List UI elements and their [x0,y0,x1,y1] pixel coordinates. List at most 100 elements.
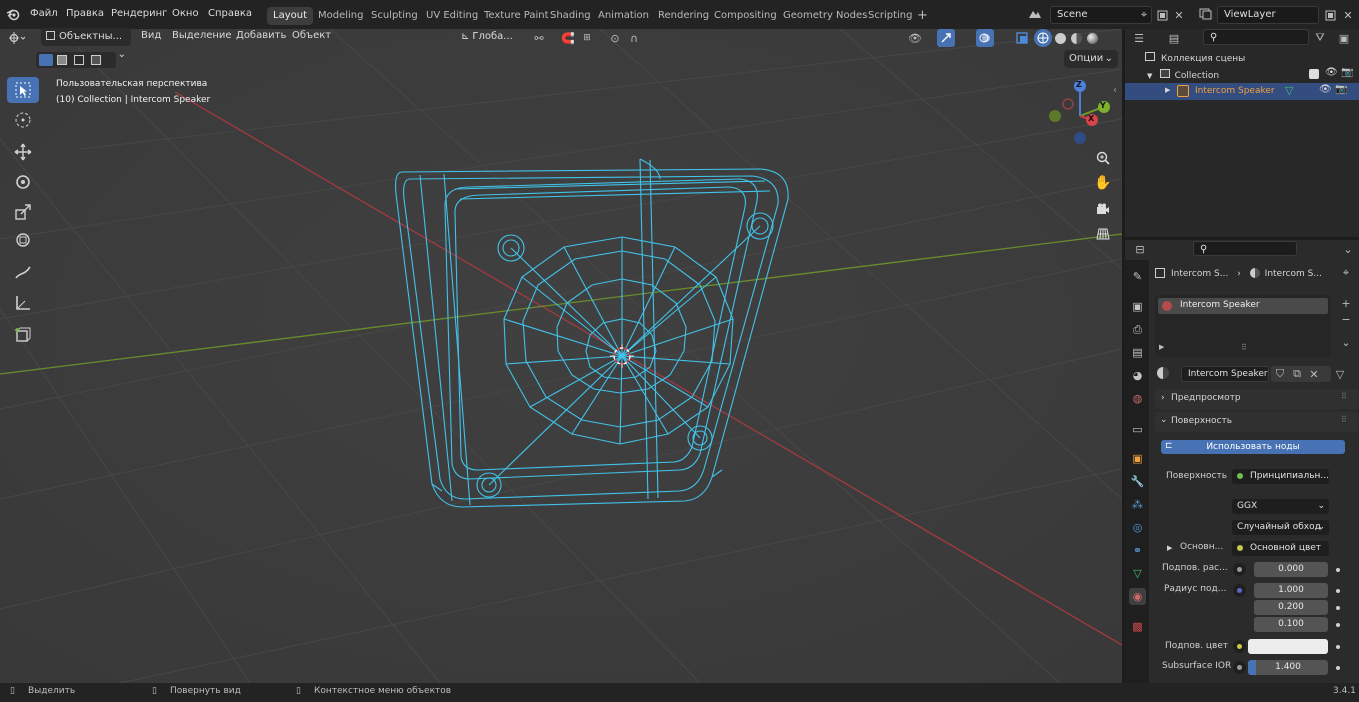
keyframe-dot-icon[interactable] [1336,589,1340,593]
xray-toggle-icon[interactable] [1013,29,1031,47]
pin-icon[interactable]: ⌖ [1135,6,1153,24]
particles-tab-icon[interactable]: ⁂ [1129,496,1146,513]
camera-icon[interactable]: 📷 [1335,84,1347,95]
tab-rendering[interactable]: Rendering [652,7,715,25]
select-invert-icon[interactable] [91,55,101,65]
pin-icon[interactable]: ⌖ [1337,264,1355,282]
keyframe-dot-icon[interactable] [1336,666,1340,670]
outliner-search-input[interactable]: ⚲ [1203,29,1309,45]
output-tab-icon[interactable]: ⎙ [1129,321,1146,338]
gizmo-y-label[interactable]: Y [1100,101,1106,110]
material-name-field[interactable]: Intercom Speaker [1181,366,1269,382]
resize-grip-icon[interactable]: ⠿ [1241,343,1247,352]
unlink-material-icon[interactable]: ✕ [1305,365,1323,383]
gizmo-z-label[interactable]: Z [1076,80,1082,89]
proportional-edit-icon[interactable]: ⊙ [606,29,624,47]
view-layer-tab-icon[interactable]: ▤ [1129,344,1146,361]
options-button[interactable]: Опции ⌄ [1064,50,1118,68]
cursor-tool[interactable] [7,107,39,133]
keyframe-dot-icon[interactable] [1336,623,1340,627]
socket-button[interactable] [1233,563,1246,576]
world-tab-icon[interactable]: ◍ [1129,390,1146,407]
transform-orientation-select[interactable]: ⊾ Глоба... [456,28,524,46]
new-view-layer-icon[interactable] [1321,6,1339,24]
measure-tool[interactable] [7,290,39,316]
camera-view-icon[interactable] [1092,198,1114,220]
gizmo-x-label[interactable]: X [1088,114,1094,123]
menu-edit[interactable]: Правка [66,8,104,19]
collection-tab-icon[interactable]: ▭ [1129,421,1146,438]
pan-hand-icon[interactable]: ✋ [1092,172,1114,194]
subsurface-method-select[interactable]: Случайный обход ⌄ [1232,520,1329,535]
rotate-tool[interactable] [7,169,39,195]
radius-z-field[interactable]: 0.100 [1254,617,1328,632]
move-tool[interactable] [7,139,39,165]
duplicate-material-icon[interactable]: ⧉ [1288,365,1306,383]
use-nodes-button[interactable]: ⊏ Использовать ноды [1161,440,1345,454]
snap-target-icon[interactable]: ⊞ [578,29,596,47]
select-box-tool[interactable] [7,77,39,103]
view-layer-icon[interactable] [1196,5,1214,23]
add-workspace-button[interactable]: + [911,7,934,25]
zoom-icon[interactable] [1092,147,1114,169]
properties-editor[interactable]: ⊟ ⚲ ⌄ Intercom S... › Intercom S... ⌖ In… [1125,240,1359,683]
properties-editor-icon[interactable]: ⊟ [1131,240,1149,258]
select-new-icon[interactable] [39,54,53,66]
tab-scripting[interactable]: Scripting [862,7,918,25]
constraints-tab-icon[interactable]: ⚭ [1129,542,1146,559]
keyframe-dot-icon[interactable] [1336,606,1340,610]
tab-layout[interactable]: Layout [267,7,313,25]
shading-wireframe-icon[interactable] [1034,29,1052,47]
3d-viewport[interactable]: Z Y X Пользовательская перспектива (10) … [0,29,1122,683]
menu-window[interactable]: Окно [172,8,199,19]
tab-uv-editing[interactable]: UV Editing [420,7,484,25]
tab-shading[interactable]: Shading [544,7,597,25]
subsurface-color-swatch[interactable] [1248,639,1328,654]
eye-icon[interactable]: 👁 [1325,67,1338,78]
base-color-link[interactable]: Основной цвет [1232,541,1329,556]
drag-handle-icon[interactable]: ⠿ [1341,392,1347,401]
object-row-selected[interactable]: ▶ Intercom Speaker ▽ 👁 📷 [1125,83,1359,100]
surface-shader-select[interactable]: Принципиальн... [1232,469,1329,484]
delete-view-layer-icon[interactable]: ✕ [1339,6,1357,24]
editor-type-icon[interactable] [8,29,26,47]
tab-sculpting[interactable]: Sculpting [365,7,424,25]
tool-tab-icon[interactable]: ✎ [1129,268,1146,285]
properties-search-input[interactable]: ⚲ [1193,241,1297,256]
new-scene-icon[interactable] [1153,6,1171,24]
select-subtract-icon[interactable] [74,55,84,65]
menu-help[interactable]: Справка [208,8,252,19]
add-cube-tool[interactable] [7,322,39,348]
collection-row[interactable]: ▼ Collection 👁 📷 [1147,67,1359,81]
modifier-tab-icon[interactable]: 🔧 [1129,473,1146,490]
camera-icon[interactable]: 📷 [1341,67,1353,78]
eye-icon[interactable]: 👁 [1319,84,1332,95]
blender-logo-icon[interactable] [4,5,22,23]
link-type-icon[interactable]: ▽ [1331,365,1349,383]
mode-select[interactable]: Объектны... ⌄ [41,28,131,60]
sidebar-toggle-icon[interactable]: ‹ [1108,79,1122,101]
material-browse-icon[interactable] [1157,367,1169,379]
panel-preview-header[interactable]: › Предпросмотр ⠿ [1155,389,1359,409]
snap-toggle-icon[interactable]: 🧲 [559,29,577,47]
texture-tab-icon[interactable]: ▩ [1129,618,1146,635]
socket-button[interactable] [1233,584,1246,597]
expand-arrow-icon[interactable]: ▶ [1165,86,1170,94]
expand-arrow-icon[interactable]: ▼ [1147,72,1152,80]
render-tab-icon[interactable]: ▣ [1129,298,1146,315]
radius-x-field[interactable]: 1.000 [1254,583,1328,598]
mesh-data-tab-icon[interactable]: ▽ [1129,565,1146,582]
collection-checkbox[interactable] [1309,69,1319,79]
chevron-down-icon[interactable]: ⌄ [1337,333,1355,351]
menu-file[interactable]: Файл [30,8,58,19]
tab-geometry-nodes[interactable]: Geometry Nodes [777,7,873,25]
mesh-data-icon[interactable]: ▽ [1285,84,1293,97]
scene-selector-icon[interactable] [1026,5,1044,23]
material-slot-row[interactable]: Intercom Speaker [1158,298,1328,314]
display-mode-icon[interactable]: ▤ [1165,29,1183,47]
panel-surface-header[interactable]: ⌄ Поверхность ⠿ [1155,412,1359,432]
pivot-point-icon[interactable]: ⚯ [530,29,548,47]
scale-tool[interactable] [7,199,39,225]
select-extend-icon[interactable] [57,55,67,65]
material-slot-list[interactable]: Intercom Speaker ▶ ⠿ [1155,295,1331,357]
